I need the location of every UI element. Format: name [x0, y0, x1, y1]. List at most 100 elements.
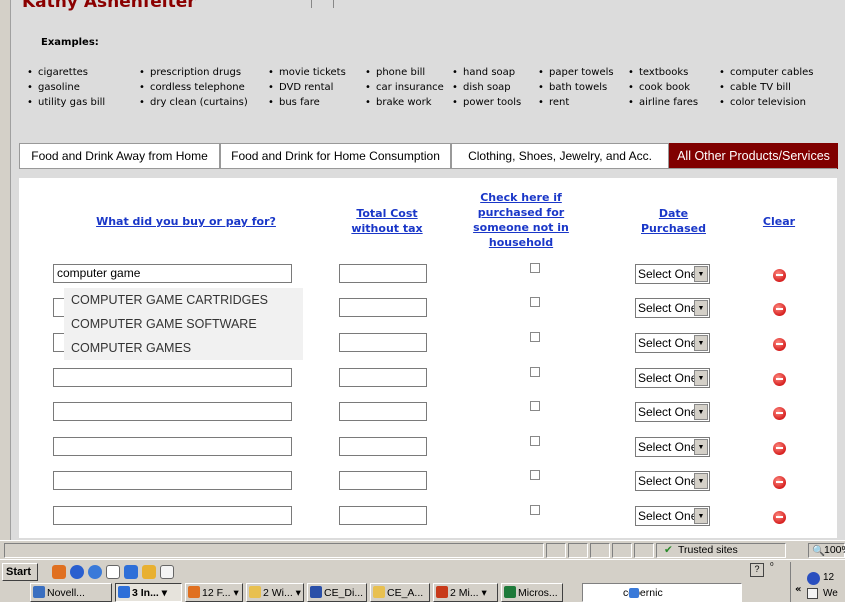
clock-day[interactable]: We [823, 588, 838, 599]
example-item: power tools [450, 95, 521, 110]
clear-row-icon[interactable] [773, 476, 786, 489]
clock-time[interactable]: 12 [823, 572, 834, 583]
not-household-checkbox[interactable] [530, 332, 540, 342]
date-select[interactable]: Select One ▼ [635, 333, 710, 353]
clear-row-icon[interactable] [773, 303, 786, 316]
cost-input[interactable] [339, 298, 427, 317]
browser-icon[interactable] [88, 565, 102, 579]
tab-food-away[interactable]: Food and Drink Away from Home [19, 143, 220, 169]
zoom-level[interactable]: 100% [824, 544, 845, 556]
task-powerpoint[interactable]: 2 Mi... ▾ [433, 583, 498, 602]
task-internet-explorer[interactable]: 3 In... ▾ [115, 583, 182, 602]
item-input[interactable] [53, 506, 292, 525]
chevron-down-icon: ▼ [694, 439, 708, 455]
example-item: utility gas bill [25, 95, 105, 110]
col-header-item[interactable]: What did you buy or pay for? [81, 214, 291, 229]
cost-input[interactable] [339, 333, 427, 352]
tab-food-home[interactable]: Food and Drink for Home Consumption [220, 143, 451, 169]
clear-row-icon[interactable] [773, 373, 786, 386]
status-cell [546, 543, 566, 558]
item-input[interactable] [53, 402, 292, 421]
not-household-checkbox[interactable] [530, 367, 540, 377]
cost-input[interactable] [339, 402, 427, 421]
calendar-icon [807, 588, 818, 599]
not-household-checkbox[interactable] [530, 505, 540, 515]
cost-input[interactable] [339, 368, 427, 387]
date-select-value: Select One [638, 336, 698, 350]
item-input[interactable]: computer game [53, 264, 292, 283]
col-header-check[interactable]: Check here if purchased for someone not … [466, 190, 576, 250]
user-name-heading: Kathy Ashenfelter [22, 0, 196, 12]
clear-row-icon[interactable] [773, 338, 786, 351]
autocomplete-option[interactable]: COMPUTER GAME CARTRIDGES [64, 288, 303, 312]
tab-all-other[interactable]: All Other Products/Services [669, 143, 838, 169]
internet-explorer-icon[interactable] [124, 565, 138, 579]
folder-icon[interactable] [142, 565, 156, 579]
clear-row-icon[interactable] [773, 269, 786, 282]
task-novell[interactable]: Novell... [30, 583, 112, 602]
tray-expand-icon[interactable]: « [795, 584, 801, 595]
pin-icon[interactable]: ⁰ [770, 562, 774, 572]
help-icon[interactable]: ? [750, 563, 764, 577]
date-select[interactable]: Select One ▼ [635, 402, 710, 422]
firefox-icon[interactable] [52, 565, 66, 579]
cost-input[interactable] [339, 506, 427, 525]
media-player-icon[interactable] [70, 565, 84, 579]
item-input[interactable] [53, 368, 292, 387]
network-icon[interactable] [807, 572, 820, 585]
chevron-down-icon: ▼ [694, 473, 708, 489]
task-explorer[interactable]: 2 Wi... ▾ [246, 583, 304, 602]
not-household-checkbox[interactable] [530, 401, 540, 411]
window-icon[interactable] [160, 565, 174, 579]
trusted-zone-label: Trusted sites [678, 544, 738, 556]
date-select-value: Select One [638, 405, 698, 419]
not-household-checkbox[interactable] [530, 263, 540, 273]
task-firefox[interactable]: 12 F... ▾ [185, 583, 243, 602]
examples-title: Examples: [41, 37, 99, 48]
task-word[interactable]: CE_Di... [307, 583, 367, 602]
task-excel[interactable]: Micros... [501, 583, 563, 602]
desktop-icon[interactable] [106, 565, 120, 579]
examples-column: movie tickets DVD rental bus fare [266, 65, 346, 110]
date-select[interactable]: Select One ▼ [635, 368, 710, 388]
excel-icon [504, 586, 516, 598]
chevron-down-icon: ▼ [694, 300, 708, 316]
item-input[interactable] [53, 437, 292, 456]
date-select-value: Select One [638, 267, 698, 281]
clear-row-icon[interactable] [773, 511, 786, 524]
col-header-cost[interactable]: Total Cost without tax [345, 206, 429, 236]
clear-row-icon[interactable] [773, 442, 786, 455]
date-select[interactable]: Select One ▼ [635, 298, 710, 318]
start-button[interactable]: Start [2, 563, 38, 581]
col-header-date[interactable]: Date Purchased [626, 206, 721, 236]
date-select[interactable]: Select One ▼ [635, 471, 710, 491]
system-tray: « 12 We [790, 562, 845, 602]
not-household-checkbox[interactable] [530, 297, 540, 307]
item-input[interactable] [53, 471, 292, 490]
copernic-search-box[interactable]: copernic [582, 583, 742, 602]
task-folder[interactable]: CE_A... [370, 583, 430, 602]
date-select-value: Select One [638, 371, 698, 385]
clear-row-icon[interactable] [773, 407, 786, 420]
tab-clothing[interactable]: Clothing, Shoes, Jewelry, and Acc. [451, 143, 669, 169]
autocomplete-option[interactable]: COMPUTER GAME SOFTWARE [64, 312, 303, 336]
cost-input[interactable] [339, 437, 427, 456]
not-household-checkbox[interactable] [530, 470, 540, 480]
check-icon: ✔ [664, 544, 673, 556]
examples-column: paper towels bath towels rent [536, 65, 614, 110]
autocomplete-option[interactable]: COMPUTER GAMES [64, 336, 303, 360]
example-item: airline fares [626, 95, 698, 110]
cost-input[interactable] [339, 471, 427, 490]
example-item: color television [717, 95, 814, 110]
example-item: dry clean (curtains) [137, 95, 248, 110]
date-select[interactable]: Select One ▼ [635, 437, 710, 457]
cost-input[interactable] [339, 264, 427, 283]
col-header-clear[interactable]: Clear [759, 214, 799, 229]
example-item: textbooks [626, 65, 698, 80]
not-household-checkbox[interactable] [530, 436, 540, 446]
browser-content: Kathy Ashenfelter Examples: cigarettes g… [0, 0, 845, 540]
date-select[interactable]: Select One ▼ [635, 264, 710, 284]
date-select[interactable]: Select One ▼ [635, 506, 710, 526]
example-item: movie tickets [266, 65, 346, 80]
examples-column: cigarettes gasoline utility gas bill [25, 65, 105, 110]
